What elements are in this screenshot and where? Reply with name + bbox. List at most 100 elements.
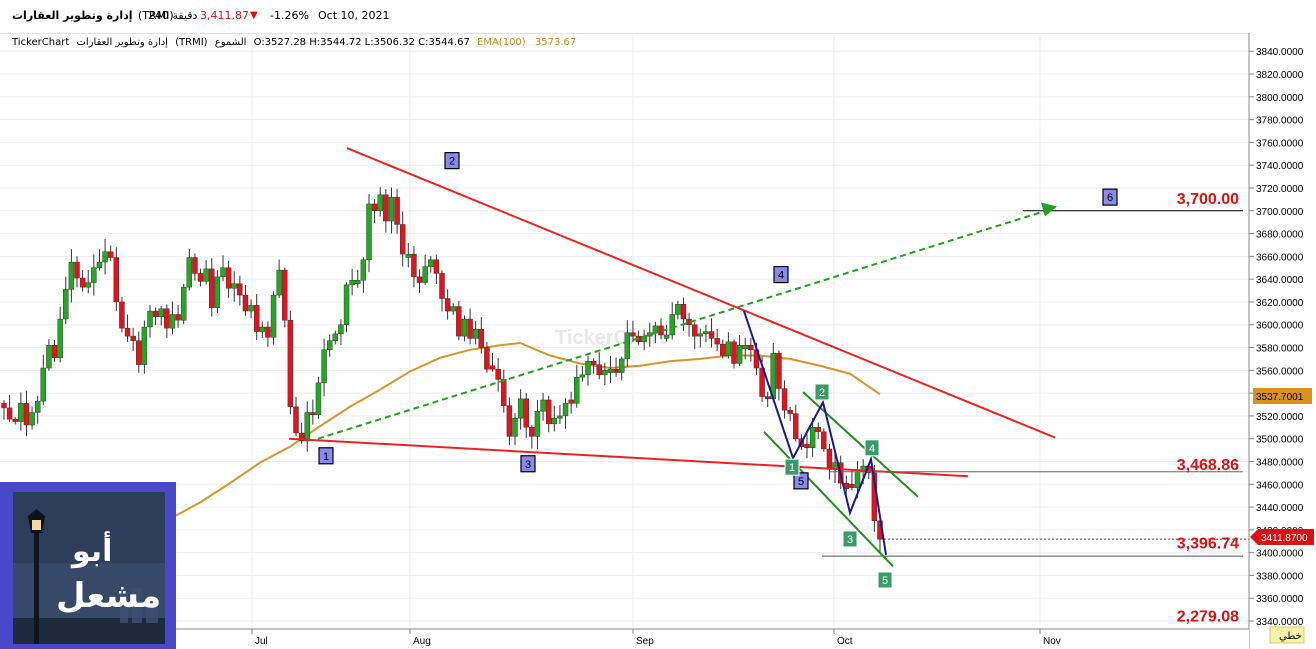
- wave-label-text: 2: [449, 156, 455, 168]
- channel-logo: أبو مشعل: [0, 482, 176, 649]
- candle-body: [248, 305, 254, 312]
- candle-body: [68, 261, 75, 290]
- sub-wave-label-2[interactable]: 2: [814, 383, 830, 401]
- legend-ema-value: 3573.67: [535, 37, 576, 48]
- candle-body: [399, 224, 406, 255]
- candle-body: [158, 308, 164, 317]
- candle-body: [349, 280, 355, 286]
- candle-body: [804, 444, 810, 449]
- header-bar: إدارة وتطوير العقارات (TRMI) 240 دقيقة 3…: [0, 0, 1316, 34]
- price-tick-label: 3840.0000: [1256, 47, 1304, 58]
- candle-body: [742, 345, 748, 349]
- sub-wave-label-text: 4: [869, 443, 875, 455]
- price-tick-label: 3660.0000: [1256, 252, 1304, 263]
- candle-body: [394, 196, 400, 225]
- price-tick-label: 3600.0000: [1256, 321, 1304, 332]
- candle-body: [691, 324, 698, 337]
- time-tick-label: Aug: [413, 636, 431, 647]
- candle-body: [293, 406, 299, 434]
- candle-body: [192, 257, 198, 274]
- candle-body: [551, 417, 558, 425]
- candle-body: [231, 283, 237, 289]
- sub-wave-label-text: 1: [789, 462, 795, 474]
- candle-body: [377, 194, 383, 211]
- candle-body: [107, 251, 114, 258]
- candle-body: [74, 261, 80, 279]
- price-tick-label: 3720.0000: [1256, 184, 1304, 195]
- scale-mode-button[interactable]: خطي: [1269, 626, 1305, 644]
- candle-body: [675, 304, 681, 315]
- candle-body: [130, 335, 136, 341]
- price-tick-label: 3620.0000: [1256, 298, 1304, 309]
- candle-body: [304, 412, 310, 442]
- candle-body: [315, 382, 322, 415]
- price-tick-label: 3580.0000: [1256, 344, 1304, 355]
- candle-body: [489, 365, 496, 370]
- wave-label-4[interactable]: 4: [773, 265, 789, 284]
- price-tick-label: 3820.0000: [1256, 70, 1304, 81]
- price-tick-label: 3780.0000: [1256, 116, 1304, 127]
- ema-price-tag: 3537.7001: [1253, 388, 1312, 404]
- candle-body: [355, 280, 361, 284]
- candle-body: [809, 427, 816, 449]
- candle-body: [669, 314, 675, 336]
- wave-label-text: 5: [798, 476, 804, 488]
- price-tick-label: 3700.0000: [1256, 207, 1304, 218]
- candle-body: [854, 471, 861, 488]
- time-tick-label: Oct: [837, 636, 853, 647]
- candle-body: [338, 324, 344, 335]
- candle-body: [821, 431, 827, 450]
- candle-body: [826, 448, 833, 470]
- candle-body: [815, 427, 821, 433]
- candle-body: [422, 266, 428, 283]
- price-tick-label: 3740.0000: [1256, 161, 1304, 172]
- interval-label: 240 دقيقة: [148, 9, 198, 22]
- price-chart[interactable]: TickerChart 1 2 3 4 5 6 1 2 3 4 5 3,700.00 3,468.86…: [0, 33, 1316, 649]
- candle-body: [529, 427, 535, 437]
- level-value-label: 3,700.00: [1177, 191, 1239, 208]
- change-percent: -1.26%: [270, 9, 309, 22]
- candle-body: [517, 398, 524, 419]
- sub-wave-label-5[interactable]: 5: [877, 571, 893, 589]
- candle-body: [242, 294, 249, 312]
- candle-body: [495, 368, 501, 380]
- candle-body: [175, 314, 181, 321]
- candle-body: [96, 261, 103, 268]
- candle-body: [781, 388, 788, 411]
- wave-label-6[interactable]: 6: [1102, 188, 1118, 206]
- candle-body: [147, 310, 153, 328]
- sub-wave-label-4[interactable]: 4: [864, 439, 880, 457]
- candle-body: [478, 329, 485, 348]
- candle-body: [259, 326, 266, 332]
- candle-body: [416, 276, 423, 283]
- wave-label-text: 6: [1107, 192, 1113, 204]
- price-tick-label: 3380.0000: [1256, 571, 1304, 582]
- candle-body: [501, 379, 507, 406]
- wave-label-1[interactable]: 1: [318, 447, 334, 465]
- candle-body: [624, 332, 631, 360]
- candle-body: [618, 358, 625, 373]
- candle-body: [29, 412, 35, 426]
- candle-body: [697, 333, 704, 337]
- stock-name: إدارة وتطوير العقارات: [12, 9, 133, 22]
- candle-body: [472, 329, 479, 339]
- price-tick-label: 3360.0000: [1256, 594, 1304, 605]
- last-price-tag-text: 3411.8700: [1261, 533, 1308, 544]
- candle-body: [113, 257, 120, 303]
- sub-wave-label-3[interactable]: 3: [842, 530, 858, 548]
- candle-body: [265, 326, 271, 338]
- trendline-breakout-target[interactable]: [317, 207, 1054, 440]
- wave-label-3[interactable]: 3: [520, 455, 536, 473]
- trendline-resistance[interactable]: [346, 147, 1056, 439]
- sub-wave-label-1[interactable]: 1: [784, 458, 800, 476]
- candle-body: [343, 284, 350, 325]
- candle-body: [360, 259, 367, 281]
- sub-wave-label-text: 2: [819, 387, 825, 399]
- candle-body: [849, 484, 855, 488]
- last-price: 3,411.87: [200, 9, 249, 22]
- quote-date: Oct 10, 2021: [318, 9, 390, 22]
- svg-text:TickerChart إدارة وتطوير: TickerChart إدارة وتطوير العقارات (TRMI)…: [11, 37, 576, 48]
- wave-label-2[interactable]: 2: [444, 152, 460, 170]
- scale-mode-label: خطي: [1279, 631, 1302, 642]
- price-tick-label: 3760.0000: [1256, 138, 1304, 149]
